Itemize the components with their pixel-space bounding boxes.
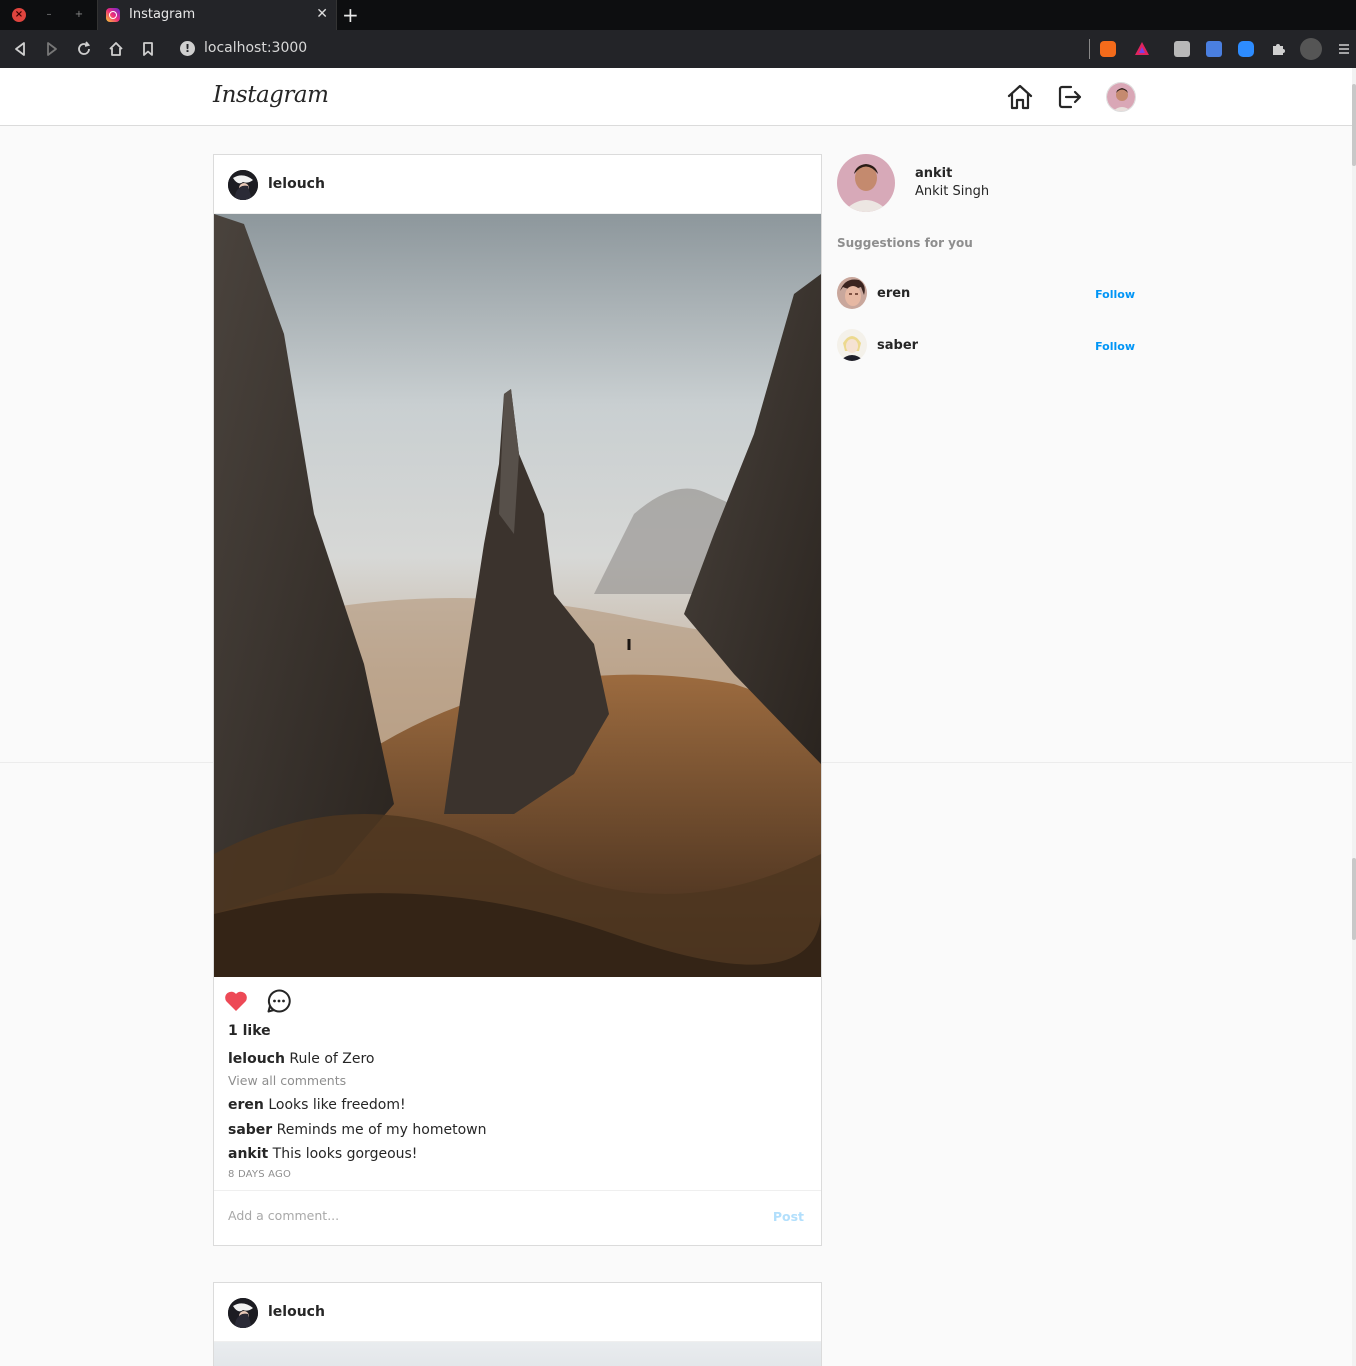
window-minimize-button[interactable]: – [42, 8, 56, 22]
comment-row: saber Reminds me of my hometown [228, 1122, 487, 1138]
comment-username[interactable]: saber [228, 1122, 272, 1138]
post-author-avatar[interactable] [228, 1298, 258, 1328]
brave-shield-icon[interactable] [1100, 41, 1116, 57]
post-image[interactable] [214, 214, 821, 977]
post-card: lelouch [213, 1282, 822, 1366]
header-profile-avatar[interactable] [1106, 82, 1136, 112]
instagram-favicon-icon [106, 8, 120, 22]
current-user-fullname: Ankit Singh [915, 184, 990, 199]
back-icon[interactable] [10, 39, 30, 59]
suggestions-title: Suggestions for you [837, 236, 973, 250]
follow-button[interactable]: Follow [1095, 340, 1135, 353]
caption-text: Rule of Zero [289, 1051, 375, 1067]
new-tab-button[interactable]: + [342, 3, 359, 27]
instagram-logo[interactable]: Instagram [213, 82, 329, 108]
app-header: Instagram [0, 68, 1352, 126]
suggestion-username[interactable]: saber [877, 338, 918, 353]
site-info-icon[interactable]: ! [180, 41, 195, 56]
post-author-username[interactable]: lelouch [268, 1304, 325, 1320]
comment-icon[interactable] [266, 988, 292, 1014]
post-timestamp: 8 DAYS AGO [228, 1169, 292, 1180]
browser-tab[interactable]: Instagram ✕ [97, 0, 337, 30]
browser-tab-bar: × – + Instagram ✕ + [0, 0, 1356, 30]
comment-row: eren Looks like freedom! [228, 1097, 406, 1113]
current-user-avatar[interactable] [837, 154, 895, 212]
post-author-avatar[interactable] [228, 170, 258, 200]
window-close-button[interactable]: × [12, 8, 26, 22]
post-header: lelouch [214, 155, 821, 214]
home-nav-icon[interactable] [1006, 83, 1034, 111]
heart-icon[interactable] [223, 988, 249, 1014]
reload-icon[interactable] [74, 39, 94, 59]
like-count[interactable]: 1 like [228, 1023, 271, 1039]
suggestion-avatar[interactable] [837, 329, 867, 361]
post-caption: lelouch Rule of Zero [228, 1051, 375, 1067]
post-card: lelouch [213, 154, 822, 1246]
scrollbar-thumb-secondary[interactable] [1352, 858, 1356, 940]
extension-icon[interactable] [1174, 41, 1190, 57]
profile-icon[interactable] [1300, 38, 1322, 60]
post-actions [214, 985, 821, 1019]
forward-icon[interactable] [42, 39, 62, 59]
view-all-comments-link[interactable]: View all comments [228, 1073, 346, 1088]
suggestion-username[interactable]: eren [877, 286, 910, 301]
comment-username[interactable]: ankit [228, 1146, 268, 1162]
toolbar-divider [1089, 39, 1090, 59]
extensions-puzzle-icon[interactable] [1270, 41, 1286, 57]
follow-button[interactable]: Follow [1095, 288, 1135, 301]
translate-extension-icon[interactable] [1206, 41, 1222, 57]
window-maximize-button[interactable]: + [72, 8, 86, 22]
post-image[interactable] [214, 1342, 821, 1366]
current-user-username[interactable]: ankit [915, 166, 952, 181]
suggestion-avatar[interactable] [837, 277, 867, 309]
caption-username[interactable]: lelouch [228, 1051, 285, 1067]
url-bar[interactable]: localhost:3000 [204, 40, 307, 56]
post-comment-button[interactable]: Post [773, 1209, 804, 1224]
suggestion-item: saber Follow [837, 329, 1137, 361]
post-author-username[interactable]: lelouch [268, 176, 325, 192]
post-header: lelouch [214, 1283, 821, 1342]
menu-icon[interactable] [1336, 41, 1352, 57]
tab-close-icon[interactable]: ✕ [316, 6, 328, 22]
comment-text: Reminds me of my hometown [276, 1122, 487, 1138]
browser-toolbar: ! localhost:3000 [0, 30, 1356, 68]
scrollbar-thumb[interactable] [1352, 84, 1356, 166]
comment-row: ankit This looks gorgeous! [228, 1146, 417, 1162]
page-scrollbar[interactable] [1352, 68, 1356, 1366]
suggestion-item: eren Follow [837, 277, 1137, 309]
home-icon[interactable] [106, 39, 126, 59]
logout-icon[interactable] [1056, 83, 1084, 111]
tab-title: Instagram [129, 7, 196, 22]
add-comment-form: Post [214, 1190, 821, 1245]
add-comment-input[interactable] [228, 1208, 728, 1223]
bookmark-icon[interactable] [138, 39, 158, 59]
comment-text: This looks gorgeous! [272, 1146, 418, 1162]
zoom-extension-icon[interactable] [1238, 41, 1254, 57]
comment-text: Looks like freedom! [268, 1097, 406, 1113]
brave-rewards-icon[interactable] [1134, 41, 1150, 57]
comment-username[interactable]: eren [228, 1097, 264, 1113]
